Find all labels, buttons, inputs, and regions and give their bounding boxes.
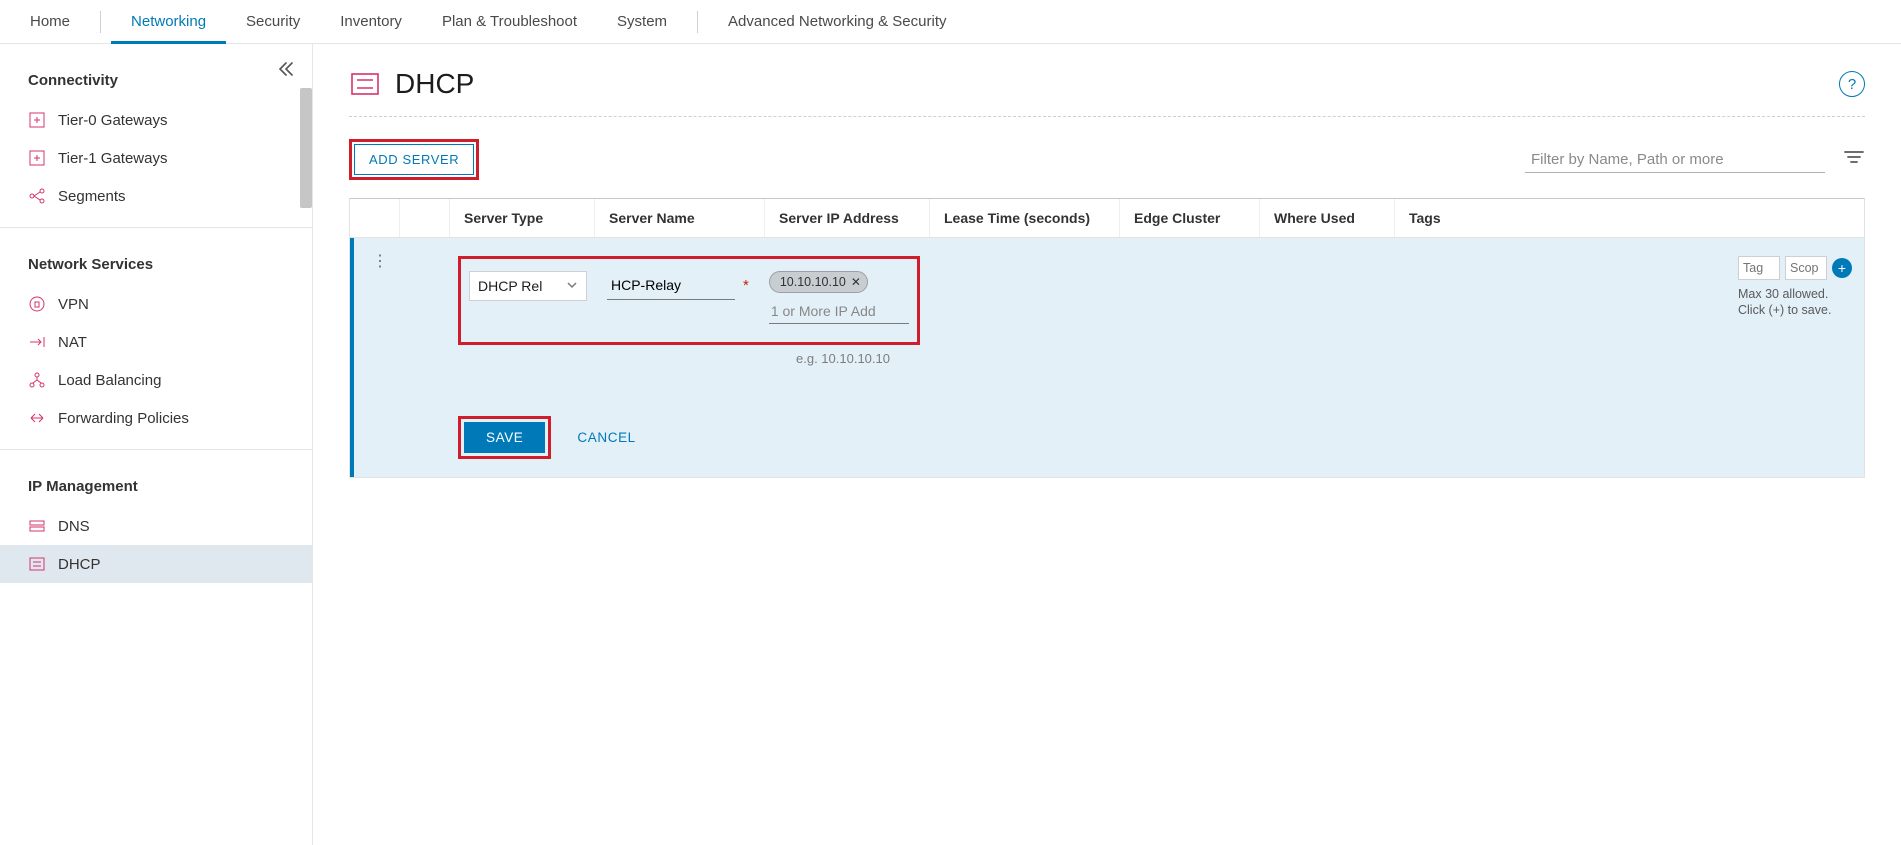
cancel-button[interactable]: CANCEL <box>577 430 635 445</box>
scope-input[interactable] <box>1785 256 1827 280</box>
sidebar-item-label: Load Balancing <box>58 372 161 389</box>
sidebar-item-label: DHCP <box>58 556 101 573</box>
sidebar-group-connectivity: Connectivity <box>0 44 312 101</box>
sidebar-item-vpn[interactable]: VPN <box>0 285 312 323</box>
tier1-icon <box>28 149 46 167</box>
table-header-row: Server Type Server Name Server IP Addres… <box>350 199 1864 238</box>
col-expand <box>400 199 450 237</box>
dns-icon <box>28 517 46 535</box>
row-kebab-menu[interactable]: ⋮ <box>372 260 388 264</box>
sidebar-item-label: Tier-1 Gateways <box>58 150 167 167</box>
filter-input[interactable] <box>1525 147 1825 173</box>
separator <box>349 116 1865 117</box>
col-edge-cluster: Edge Cluster <box>1120 199 1260 237</box>
sidebar-item-label: Tier-0 Gateways <box>58 112 167 129</box>
sidebar-group-ip-management: IP Management <box>0 450 312 507</box>
main-content: DHCP ? ADD SERVER Server Type Server Nam… <box>313 44 1901 845</box>
col-server-ip: Server IP Address <box>765 199 930 237</box>
col-lease-time: Lease Time (seconds) <box>930 199 1120 237</box>
nav-inventory[interactable]: Inventory <box>320 0 422 44</box>
server-ip-input[interactable] <box>769 299 909 324</box>
nav-advanced-networking-security[interactable]: Advanced Networking & Security <box>708 0 966 44</box>
server-type-value: DHCP Rel <box>478 278 542 294</box>
nav-separator <box>100 11 101 33</box>
chevron-down-icon <box>566 278 578 294</box>
sidebar-item-label: VPN <box>58 296 89 313</box>
col-menu <box>350 199 400 237</box>
dhcp-page-icon <box>349 68 381 100</box>
col-server-type: Server Type <box>450 199 595 237</box>
sidebar: Connectivity Tier-0 Gateways Tier-1 Gate… <box>0 44 313 845</box>
top-nav: Home Networking Security Inventory Plan … <box>0 0 1901 44</box>
highlight-add-server: ADD SERVER <box>349 139 479 180</box>
dhcp-icon <box>28 555 46 573</box>
server-type-select[interactable]: DHCP Rel <box>469 271 587 301</box>
col-tags: Tags <box>1395 199 1864 237</box>
sidebar-item-label: Forwarding Policies <box>58 410 189 427</box>
sidebar-item-segments[interactable]: Segments <box>0 177 312 215</box>
tag-input[interactable] <box>1738 256 1780 280</box>
sidebar-item-label: Segments <box>58 188 126 205</box>
required-indicator: * <box>743 277 749 294</box>
tags-field: + Max 30 allowed. Click (+) to save. <box>1738 256 1858 319</box>
ip-chip: 10.10.10.10 ✕ <box>769 271 868 293</box>
sidebar-item-label: NAT <box>58 334 87 351</box>
nav-networking[interactable]: Networking <box>111 0 226 44</box>
scrollbar-thumb[interactable] <box>300 88 312 208</box>
load-balancing-icon <box>28 371 46 389</box>
page-header: DHCP ? <box>313 44 1901 116</box>
vpn-icon <box>28 295 46 313</box>
action-bar: ADD SERVER <box>313 139 1901 198</box>
table-row-editing: ⋮ DHCP Rel * <box>350 238 1864 477</box>
sidebar-item-tier1-gateways[interactable]: Tier-1 Gateways <box>0 139 312 177</box>
nav-home[interactable]: Home <box>10 0 90 44</box>
remove-chip-icon[interactable]: ✕ <box>851 275 861 289</box>
help-button[interactable]: ? <box>1839 71 1865 97</box>
add-server-button[interactable]: ADD SERVER <box>354 144 474 175</box>
col-server-name: Server Name <box>595 199 765 237</box>
nav-security[interactable]: Security <box>226 0 320 44</box>
add-tag-button[interactable]: + <box>1832 258 1852 278</box>
sidebar-item-load-balancing[interactable]: Load Balancing <box>0 361 312 399</box>
nat-icon <box>28 333 46 351</box>
server-name-input[interactable] <box>607 271 735 300</box>
dhcp-table: Server Type Server Name Server IP Addres… <box>349 198 1865 478</box>
filter-icon[interactable] <box>1843 149 1865 170</box>
sidebar-item-label: DNS <box>58 518 90 535</box>
sidebar-group-network-services: Network Services <box>0 228 312 285</box>
server-ip-field: 10.10.10.10 ✕ <box>769 271 909 324</box>
sidebar-item-dns[interactable]: DNS <box>0 507 312 545</box>
sidebar-item-dhcp[interactable]: DHCP <box>0 545 312 583</box>
nav-plan-troubleshoot[interactable]: Plan & Troubleshoot <box>422 0 597 44</box>
server-name-field: * <box>607 271 749 300</box>
tier0-icon <box>28 111 46 129</box>
page-title: DHCP <box>395 68 474 100</box>
ip-chip-value: 10.10.10.10 <box>780 275 846 289</box>
sidebar-item-forwarding-policies[interactable]: Forwarding Policies <box>0 399 312 437</box>
nav-separator <box>697 11 698 33</box>
highlight-save: SAVE <box>458 416 551 459</box>
collapse-sidebar-icon[interactable] <box>278 62 294 81</box>
ip-example-text: e.g. 10.10.10.10 <box>796 351 1854 366</box>
row-actions: SAVE CANCEL <box>458 416 1854 459</box>
sidebar-item-nat[interactable]: NAT <box>0 323 312 361</box>
col-where-used: Where Used <box>1260 199 1395 237</box>
highlight-edit-fields: DHCP Rel * 10.10.10.10 <box>458 256 920 345</box>
nav-system[interactable]: System <box>597 0 687 44</box>
segments-icon <box>28 187 46 205</box>
tag-help-text: Max 30 allowed. Click (+) to save. <box>1738 286 1858 319</box>
save-button[interactable]: SAVE <box>464 422 545 453</box>
forwarding-icon <box>28 409 46 427</box>
sidebar-item-tier0-gateways[interactable]: Tier-0 Gateways <box>0 101 312 139</box>
